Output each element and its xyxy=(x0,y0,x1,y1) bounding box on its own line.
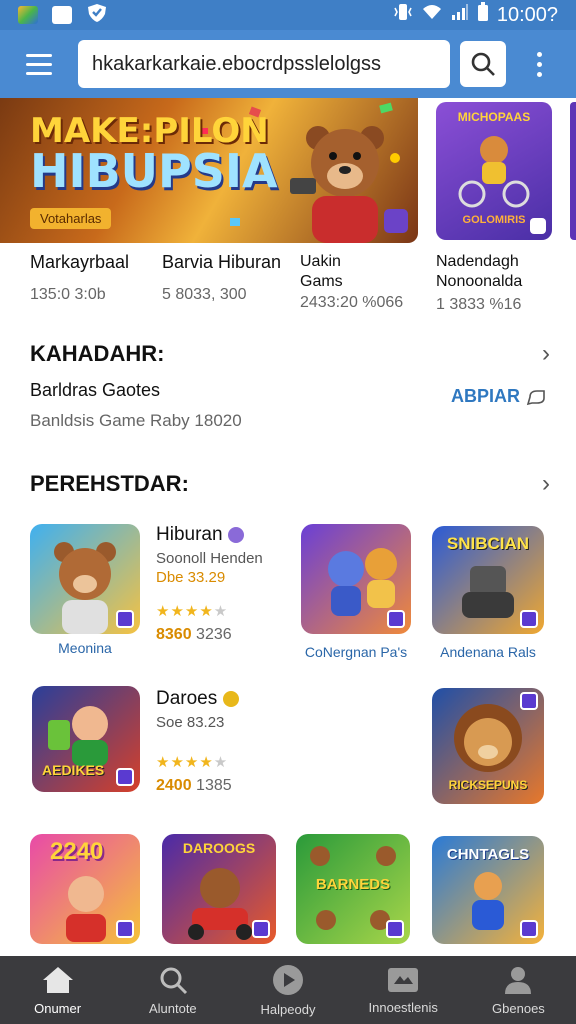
app-tile-title: RICKSEPUNS xyxy=(448,778,528,792)
gallery-icon xyxy=(18,6,38,24)
app-tile-title: DAROOGS xyxy=(182,840,256,856)
chevron-right-icon[interactable]: › xyxy=(542,470,550,498)
app-tile[interactable]: RICKSEPUNS xyxy=(432,688,544,804)
nav-search[interactable]: Aluntote xyxy=(115,956,230,1024)
app-badge-icon xyxy=(116,920,134,938)
signal-icon xyxy=(451,3,469,27)
app-tile[interactable] xyxy=(30,524,140,634)
app-tile[interactable]: 2240 xyxy=(30,834,140,944)
app-detail[interactable]: Daroes Soe 83.23 ★★★★★ 2400 1385 xyxy=(156,688,296,795)
search-icon xyxy=(471,52,495,76)
section-title: PEREHSTDAR: xyxy=(30,471,189,496)
nav-profile[interactable]: Gbenoes xyxy=(461,956,576,1024)
app-caption: Andenana Rals xyxy=(440,644,536,660)
search-icon xyxy=(160,967,187,994)
home-icon xyxy=(42,966,73,993)
banner-tag: Votaharlas xyxy=(30,208,112,229)
main-banner[interactable]: MAKE:PILON HIBUPSIA Votaharlas xyxy=(0,98,418,243)
robot-character-image xyxy=(462,566,514,618)
side-banner-badge-icon xyxy=(530,218,546,234)
app-tile[interactable]: AEDIKES xyxy=(32,686,140,792)
runner-character-image xyxy=(472,872,504,930)
app-tile-title: SNIBCIAN xyxy=(446,534,530,553)
app-bar: hkakarkarkaie.ebocrdpsslelolgss xyxy=(0,30,576,98)
promo-item[interactable]: Uakin Gams 2433:20 %066 xyxy=(300,252,420,312)
search-button[interactable] xyxy=(460,41,506,87)
app-tile[interactable]: CHNTAGLS xyxy=(432,836,544,944)
coin-icon xyxy=(222,690,239,707)
section-header[interactable]: KAHADAHR: › xyxy=(30,340,550,368)
play-icon xyxy=(273,964,303,995)
menu-button[interactable] xyxy=(14,42,64,86)
rating-stars: ★★★★★ xyxy=(156,754,229,771)
app-tile[interactable]: BARNEDS xyxy=(296,834,410,944)
status-time: 10:00? xyxy=(496,3,558,26)
bottom-navigation: Onumer Aluntote Halpeody Innoestlenis Gb… xyxy=(0,956,576,1024)
featured-cta-button[interactable]: ABPIAR xyxy=(451,386,546,407)
app-badge-icon xyxy=(116,768,134,786)
share-icon xyxy=(526,389,545,405)
app-tile-title: CHNTAGLS xyxy=(446,846,530,863)
side-banner[interactable]: MICHOPAAS GOLOMIRIS xyxy=(436,102,552,240)
app-badge-icon xyxy=(387,610,405,628)
app-badge-icon xyxy=(520,692,538,710)
app-tile[interactable]: SNIBCIAN xyxy=(432,526,544,634)
bear-kart-image xyxy=(188,868,252,940)
banner-badge-icon xyxy=(384,209,408,233)
app-badge-icon xyxy=(252,920,270,938)
app-tile-title: AEDIKES xyxy=(42,762,105,778)
cartoon-kid-image xyxy=(66,876,106,942)
app-badge-icon xyxy=(116,610,134,628)
app-tile-title: BARNEDS xyxy=(315,876,391,893)
featured-item[interactable]: Barldras Gaotes Banldsis Game Raby 18020… xyxy=(30,380,550,431)
banner-title: MAKE:PILON HIBUPSIA xyxy=(30,111,278,198)
profile-icon xyxy=(505,966,532,994)
next-banner-peek[interactable] xyxy=(570,102,576,240)
promo-item[interactable]: Barvia Hiburan 5 8033, 300 xyxy=(162,252,292,304)
app-caption: Meonina xyxy=(58,640,112,656)
app-badge-icon xyxy=(520,920,538,938)
screenshot-icon xyxy=(52,6,72,24)
more-options-button[interactable] xyxy=(524,51,554,77)
status-bar: 10:00? xyxy=(0,0,576,30)
nav-home[interactable]: Onumer xyxy=(0,956,115,1024)
app-tile[interactable] xyxy=(301,524,411,634)
shield-icon xyxy=(86,3,108,28)
app-tile-title: 2240 xyxy=(50,838,104,865)
app-tile[interactable]: DAROOGS xyxy=(162,834,276,944)
wifi-icon xyxy=(421,3,443,27)
battery-icon xyxy=(477,2,489,28)
promo-item[interactable]: Markayrbaal 135:0 3:0b xyxy=(30,252,160,304)
promo-item[interactable]: Nadendagh Nonoonalda 1 3833 %16 xyxy=(436,252,566,314)
vibrate-icon xyxy=(393,3,413,27)
hamburger-icon xyxy=(26,53,52,57)
nav-play[interactable]: Halpeody xyxy=(230,956,345,1024)
promo-labels: Markayrbaal 135:0 3:0b Barvia Hiburan 5 … xyxy=(0,252,576,322)
library-icon xyxy=(388,967,419,992)
app-detail[interactable]: Hiburan Soonoll Henden Dbe 33.29 ★★★★★ 8… xyxy=(156,524,286,644)
app-caption: CoNergnan Pa's xyxy=(304,644,408,660)
section-title: KAHADAHR: xyxy=(30,341,165,366)
app-badge-icon xyxy=(386,920,404,938)
rating-stars: ★★★★★ xyxy=(156,603,229,620)
chevron-right-icon[interactable]: › xyxy=(542,340,550,368)
app-badge-icon xyxy=(520,610,538,628)
section-header[interactable]: PEREHSTDAR: › xyxy=(30,470,550,498)
cyclist-bear-image xyxy=(458,136,530,208)
banner-carousel[interactable]: MAKE:PILON HIBUPSIA Votaharlas MICHOPAAS… xyxy=(0,98,576,243)
nav-library[interactable]: Innoestlenis xyxy=(346,956,461,1024)
verified-icon xyxy=(227,526,244,543)
search-input[interactable]: hkakarkarkaie.ebocrdpsslelolgss xyxy=(78,40,450,88)
